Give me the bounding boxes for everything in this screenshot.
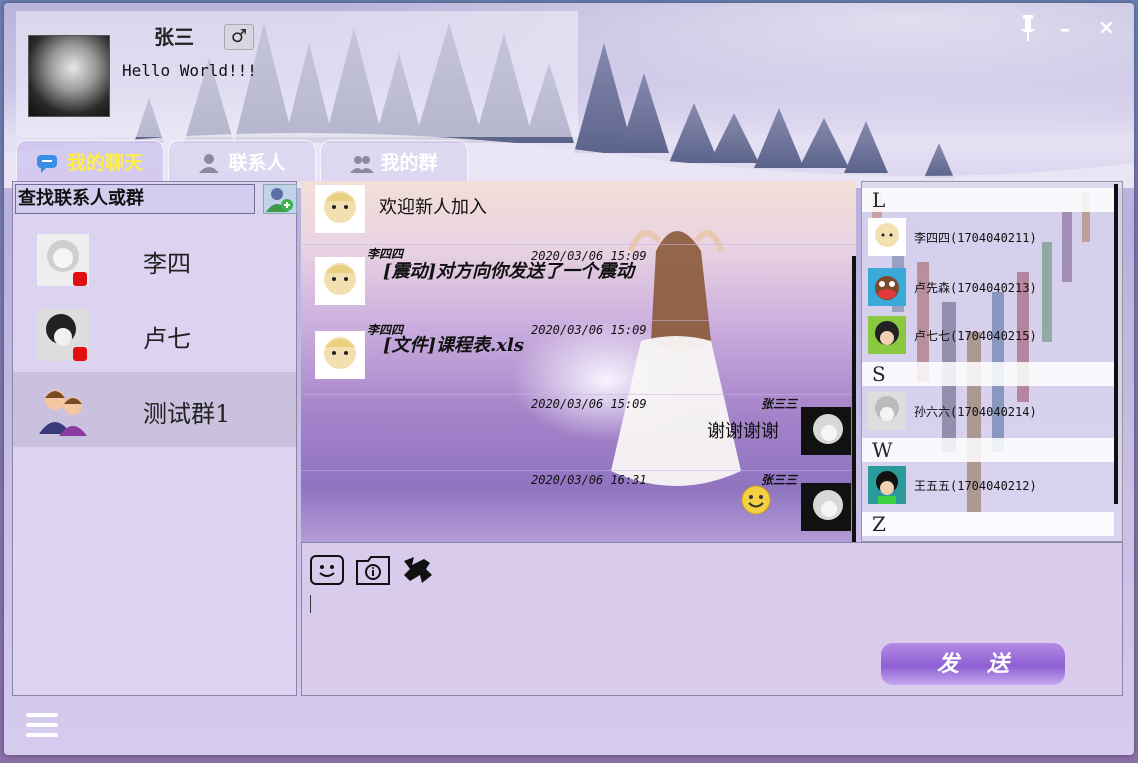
group-members-panel: L 李四四(1704040211) 卢先森(1704040213) 卢七七(17…	[861, 181, 1123, 542]
chat-item-luqi[interactable]: 卢七	[13, 297, 296, 372]
chat-name: 李四	[143, 250, 191, 278]
message-row: 2020/03/06 16:31 张三三	[301, 471, 856, 542]
my-avatar	[801, 407, 851, 455]
user-avatar	[315, 185, 365, 233]
profile-panel: 张三 ♂ Hello World!!!	[16, 11, 578, 137]
search-input[interactable]: 查找联系人或群	[15, 184, 255, 214]
message-time: 2020/03/06 15:09	[531, 397, 647, 411]
user-avatar	[37, 234, 89, 286]
gender-icon[interactable]: ♂	[224, 24, 254, 50]
contact-item[interactable]: 王五五(1704040212)	[862, 460, 1114, 512]
user-avatar	[868, 466, 906, 504]
username: 张三	[154, 25, 194, 49]
message-input-area[interactable]: 发送	[301, 542, 1123, 696]
tab-my-chats[interactable]: 我的聊天	[16, 140, 164, 182]
chat-bubble-icon	[36, 153, 59, 173]
chat-item-lisi[interactable]: 李四	[13, 222, 296, 297]
send-button[interactable]: 发送	[881, 643, 1065, 685]
signature-text[interactable]: Hello World!!!	[122, 61, 257, 80]
person-icon	[198, 153, 220, 173]
contact-group-letter: Z	[862, 512, 1114, 536]
message-row: 李四四 2020/03/06 15:09 [震动]对方向你发送了一个震动	[301, 245, 856, 321]
contact-name: 孙六六(1704040214)	[914, 405, 1037, 419]
user-avatar	[868, 392, 906, 430]
contact-item[interactable]: 孙六六(1704040214)	[862, 386, 1114, 438]
minimize-icon[interactable]: –	[1060, 17, 1070, 41]
message-text: 谢谢谢谢	[707, 421, 779, 442]
shake-icon[interactable]	[400, 555, 434, 585]
chat-name: 卢七	[143, 325, 191, 353]
contact-name: 卢七七(1704040215)	[914, 329, 1037, 343]
contact-name: 王五五(1704040212)	[914, 479, 1037, 493]
add-contact-button[interactable]	[263, 184, 297, 214]
file-message-link[interactable]: [文件]课程表.xls	[383, 331, 524, 357]
contact-group-letter: S	[862, 362, 1114, 386]
contact-name: 卢先森(1704040213)	[914, 281, 1037, 295]
message-time: 2020/03/06 15:09	[531, 323, 647, 337]
pin-icon[interactable]	[1020, 15, 1036, 46]
message-row: 2020/03/06 15:09 张三三 谢谢谢谢	[301, 395, 856, 471]
user-avatar	[868, 316, 906, 354]
contact-item[interactable]: 卢七七(1704040215)	[862, 310, 1114, 362]
chat-messages-area: 欢迎新人加入 李四四 2020/03/06 15:09 [震动]对方向你发送了一…	[301, 181, 856, 542]
emoji-icon[interactable]	[310, 555, 344, 585]
message-time: 2020/03/06 16:31	[531, 473, 647, 487]
menu-icon[interactable]	[26, 713, 58, 741]
group-avatar	[39, 390, 87, 436]
tab-label: 我的聊天	[66, 152, 143, 174]
my-avatar	[801, 483, 851, 531]
text-caret	[310, 595, 311, 613]
contact-item[interactable]: 卢先森(1704040213)	[862, 262, 1114, 314]
user-avatar	[315, 331, 365, 379]
tab-label: 我的群	[380, 152, 438, 174]
group-icon	[350, 153, 375, 173]
message-row: 欢迎新人加入	[301, 181, 856, 245]
smile-emoji-icon	[741, 485, 771, 515]
chat-name: 测试群1	[143, 400, 231, 428]
message-row: 李四四 2020/03/06 15:09 [文件]课程表.xls	[301, 321, 856, 395]
app-window: 张三 ♂ Hello World!!! – × 我的聊天 联系人 我的群 查找联…	[4, 3, 1134, 755]
chat-scrollbar[interactable]	[852, 256, 856, 542]
add-user-icon	[266, 188, 293, 212]
message-text: 欢迎新人加入	[379, 197, 487, 218]
contact-group-letter: L	[862, 188, 1114, 212]
tab-my-groups[interactable]: 我的群	[320, 140, 468, 182]
my-avatar[interactable]	[28, 35, 110, 117]
user-avatar	[37, 309, 89, 361]
user-avatar	[868, 218, 906, 256]
user-avatar	[315, 257, 365, 305]
chat-item-test-group[interactable]: 测试群1	[13, 372, 296, 447]
contact-item[interactable]: 李四四(1704040211)	[862, 212, 1114, 264]
chat-list-panel: 查找联系人或群 李四 卢七 测试群1	[12, 181, 297, 696]
tab-label: 联系人	[228, 152, 286, 174]
message-sender: 张三三	[761, 397, 798, 411]
contacts-scrollbar[interactable]	[1114, 184, 1118, 504]
contact-group-letter: W	[862, 438, 1114, 462]
contact-name: 李四四(1704040211)	[914, 231, 1037, 245]
file-icon[interactable]	[356, 555, 390, 585]
message-text: [震动]对方向你发送了一个震动	[383, 261, 635, 282]
user-avatar	[868, 268, 906, 306]
tab-contacts[interactable]: 联系人	[168, 140, 316, 182]
close-icon[interactable]: ×	[1098, 15, 1115, 39]
